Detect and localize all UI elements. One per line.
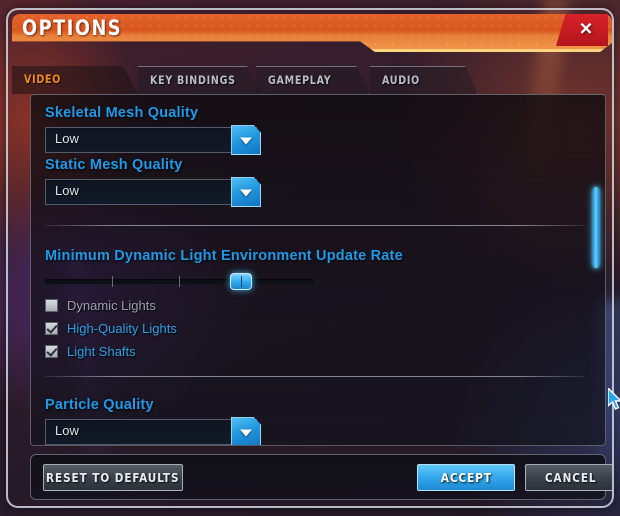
- cancel-button[interactable]: CANCEL: [525, 464, 612, 491]
- button-label: CANCEL: [545, 470, 597, 485]
- section-divider: [45, 225, 585, 226]
- tab-key-bindings[interactable]: KEY BINDINGS: [138, 66, 262, 94]
- options-dialog: OPTIONS ✕ VIDEO KEY BINDINGS GAMEPLAY AU…: [6, 8, 614, 508]
- slider-min-dynamic-light-update-rate[interactable]: [45, 273, 313, 290]
- dialog-footer: RESET TO DEFAULTS ACCEPT CANCEL: [30, 454, 612, 500]
- tab-audio[interactable]: AUDIO: [370, 66, 478, 94]
- slider-handle[interactable]: [229, 273, 252, 290]
- checkbox-row-light-shafts[interactable]: Light Shafts: [45, 342, 136, 360]
- tab-label: VIDEO: [24, 72, 62, 86]
- dropdown-skeletal-mesh-quality[interactable]: Low: [45, 125, 261, 155]
- settings-scrollbar[interactable]: [591, 97, 601, 445]
- checkbox-row-dynamic-lights[interactable]: Dynamic Lights: [45, 296, 156, 314]
- tab-label: GAMEPLAY: [268, 73, 332, 87]
- label-min-dynamic-light-update-rate: Minimum Dynamic Light Environment Update…: [45, 248, 403, 264]
- settings-panel: Skeletal Mesh Quality Low Static Mesh Qu…: [30, 94, 606, 446]
- button-label: RESET TO DEFAULTS: [46, 470, 180, 485]
- checkbox-label: Dynamic Lights: [67, 297, 156, 313]
- page-title: OPTIONS: [22, 16, 123, 40]
- dropdown-particle-quality[interactable]: Low: [45, 417, 261, 445]
- dropdown-static-mesh-quality[interactable]: Low: [45, 177, 261, 207]
- tab-video[interactable]: VIDEO: [12, 66, 138, 94]
- accept-button[interactable]: ACCEPT: [417, 464, 515, 491]
- checkbox-icon[interactable]: [45, 298, 58, 312]
- options-screen: OPTIONS ✕ VIDEO KEY BINDINGS GAMEPLAY AU…: [0, 0, 620, 516]
- dropdown-value: Low: [55, 423, 79, 438]
- dropdown-value: Low: [55, 131, 79, 146]
- checkbox-checked-icon[interactable]: [45, 344, 58, 358]
- checkbox-label: High-Quality Lights: [67, 320, 177, 336]
- chevron-down-icon[interactable]: [231, 177, 261, 207]
- settings-list: Skeletal Mesh Quality Low Static Mesh Qu…: [31, 95, 605, 445]
- label-static-mesh-quality: Static Mesh Quality: [45, 157, 183, 173]
- dropdown-value: Low: [55, 183, 79, 198]
- checkbox-label: Light Shafts: [67, 343, 136, 359]
- chevron-down-icon[interactable]: [231, 417, 261, 445]
- close-icon: ✕: [578, 19, 594, 39]
- scrollbar-thumb[interactable]: [593, 187, 599, 268]
- slider-tick: [112, 276, 113, 287]
- chevron-down-icon[interactable]: [231, 125, 261, 155]
- label-particle-quality: Particle Quality: [45, 397, 154, 413]
- tab-bar: VIDEO KEY BINDINGS GAMEPLAY AUDIO: [12, 66, 612, 94]
- tab-label: KEY BINDINGS: [150, 73, 236, 87]
- label-skeletal-mesh-quality: Skeletal Mesh Quality: [45, 105, 199, 121]
- reset-to-defaults-button[interactable]: RESET TO DEFAULTS: [43, 464, 183, 491]
- section-divider: [45, 376, 585, 377]
- slider-tick: [179, 276, 180, 287]
- tab-label: AUDIO: [382, 73, 420, 87]
- checkbox-checked-icon[interactable]: [45, 321, 58, 335]
- tab-gameplay[interactable]: GAMEPLAY: [256, 66, 370, 94]
- checkbox-row-high-quality-lights[interactable]: High-Quality Lights: [45, 319, 177, 337]
- button-label: ACCEPT: [440, 470, 492, 485]
